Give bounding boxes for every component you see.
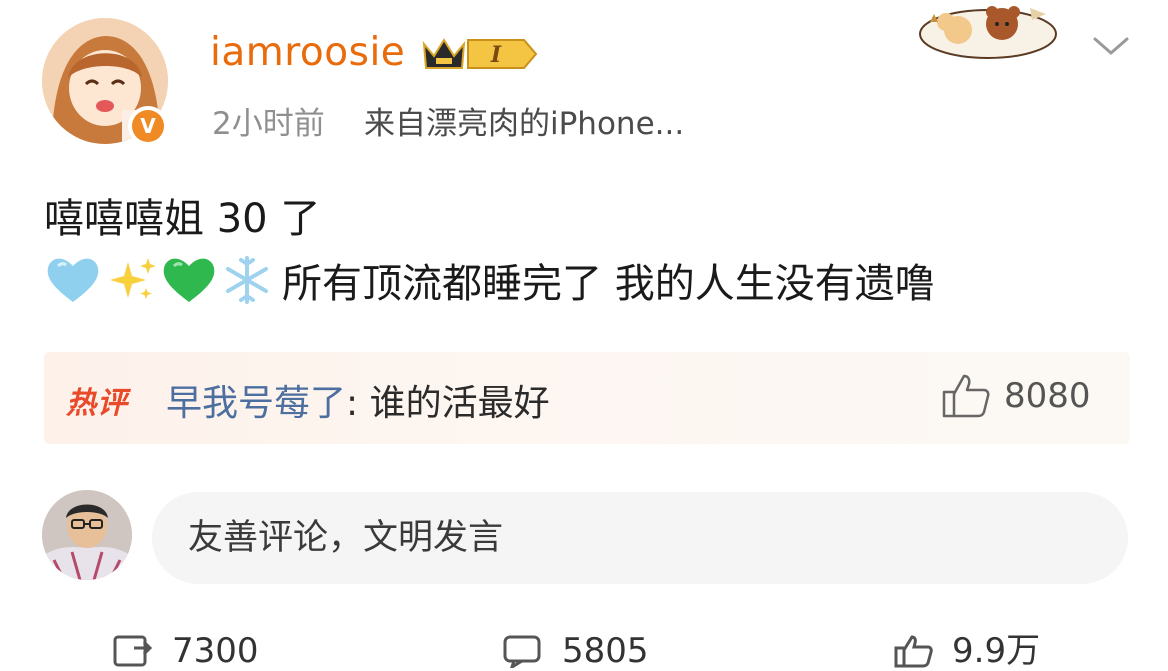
verified-badge-icon: V — [128, 106, 168, 146]
green-heart-icon — [160, 252, 218, 308]
bear-sticker-icon — [918, 0, 1058, 60]
thumbs-up-icon[interactable] — [940, 372, 992, 420]
comment-input[interactable] — [152, 492, 1128, 584]
repost-button[interactable]: 7300 — [112, 631, 259, 671]
repost-count: 7300 — [172, 631, 259, 671]
sparkles-icon — [102, 252, 160, 308]
post-text-line2: 所有顶流都睡完了 我的人生没有遗噜 — [44, 252, 935, 308]
post-text-line1: 嘻嘻嘻姐 30 了 — [44, 196, 321, 242]
hot-comment-content[interactable]: 早我号莓了: 谁的活最好 — [166, 374, 550, 426]
hot-comment-text: 谁的活最好 — [369, 383, 550, 424]
current-user-avatar[interactable] — [42, 490, 132, 580]
vip-crown-icon[interactable]: I — [420, 32, 538, 76]
hot-comment-like-count: 8080 — [1004, 376, 1091, 416]
hot-comment-user[interactable]: 早我号莓了 — [166, 383, 346, 424]
like-icon — [894, 635, 933, 668]
post-source: 来自漂亮肉的iPhone... — [364, 106, 685, 142]
hot-comment-label: 热评 — [66, 386, 128, 421]
comment-count: 5805 — [562, 631, 649, 671]
repost-icon — [113, 635, 153, 667]
comment-button[interactable]: 5805 — [502, 631, 649, 671]
comment-icon — [503, 635, 541, 668]
chevron-down-icon[interactable] — [1092, 30, 1130, 60]
post-text-line2-text: 所有顶流都睡完了 我的人生没有遗噜 — [282, 261, 935, 307]
light-blue-heart-icon — [44, 252, 102, 308]
username-link[interactable]: iamroosie — [210, 30, 405, 75]
hot-comment-separator: : — [346, 383, 370, 424]
snowflake-icon — [218, 252, 276, 308]
like-count: 9.9万 — [952, 631, 1041, 671]
like-button[interactable]: 9.9万 — [892, 631, 1041, 671]
post-time: 2小时前 — [212, 106, 325, 142]
svg-text:I: I — [490, 42, 502, 68]
